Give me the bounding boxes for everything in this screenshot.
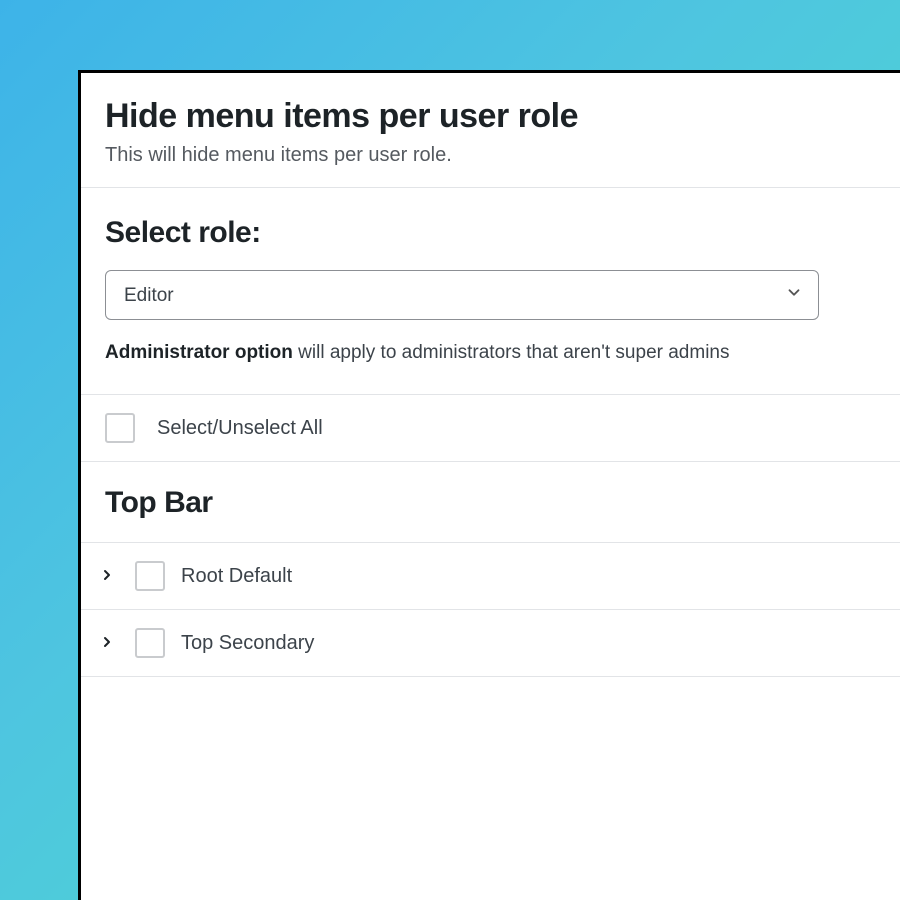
select-all-row: Select/Unselect All — [81, 395, 900, 461]
settings-panel: Hide menu items per user role This will … — [78, 70, 900, 900]
role-select-wrap: Editor — [105, 270, 819, 320]
chevron-right-icon — [99, 567, 115, 586]
chevron-right-icon — [99, 634, 115, 653]
expand-button[interactable] — [95, 631, 119, 655]
expand-button[interactable] — [95, 564, 119, 588]
select-role-label: Select role: — [105, 216, 876, 250]
tree-row-root-default: Root Default — [81, 543, 900, 609]
page-subtitle: This will hide menu items per user role. — [105, 144, 876, 167]
header-section: Hide menu items per user role This will … — [81, 97, 900, 187]
select-all-checkbox[interactable] — [105, 413, 135, 443]
tree-item-label: Top Secondary — [181, 632, 314, 655]
admin-note-rest: will apply to administrators that aren't… — [293, 342, 730, 363]
divider — [81, 676, 900, 677]
select-role-block: Select role: Editor Administrator option… — [81, 188, 900, 394]
admin-note-bold: Administrator option — [105, 342, 293, 363]
item-checkbox[interactable] — [135, 561, 165, 591]
item-checkbox[interactable] — [135, 628, 165, 658]
select-all-label: Select/Unselect All — [157, 417, 323, 440]
admin-note: Administrator option will apply to admin… — [105, 342, 876, 364]
tree-item-label: Root Default — [181, 565, 292, 588]
page-title: Hide menu items per user role — [105, 97, 876, 136]
tree-row-top-secondary: Top Secondary — [81, 610, 900, 676]
panel-inner: Hide menu items per user role This will … — [81, 73, 900, 677]
top-bar-heading: Top Bar — [81, 462, 900, 542]
role-select[interactable]: Editor — [105, 270, 819, 320]
